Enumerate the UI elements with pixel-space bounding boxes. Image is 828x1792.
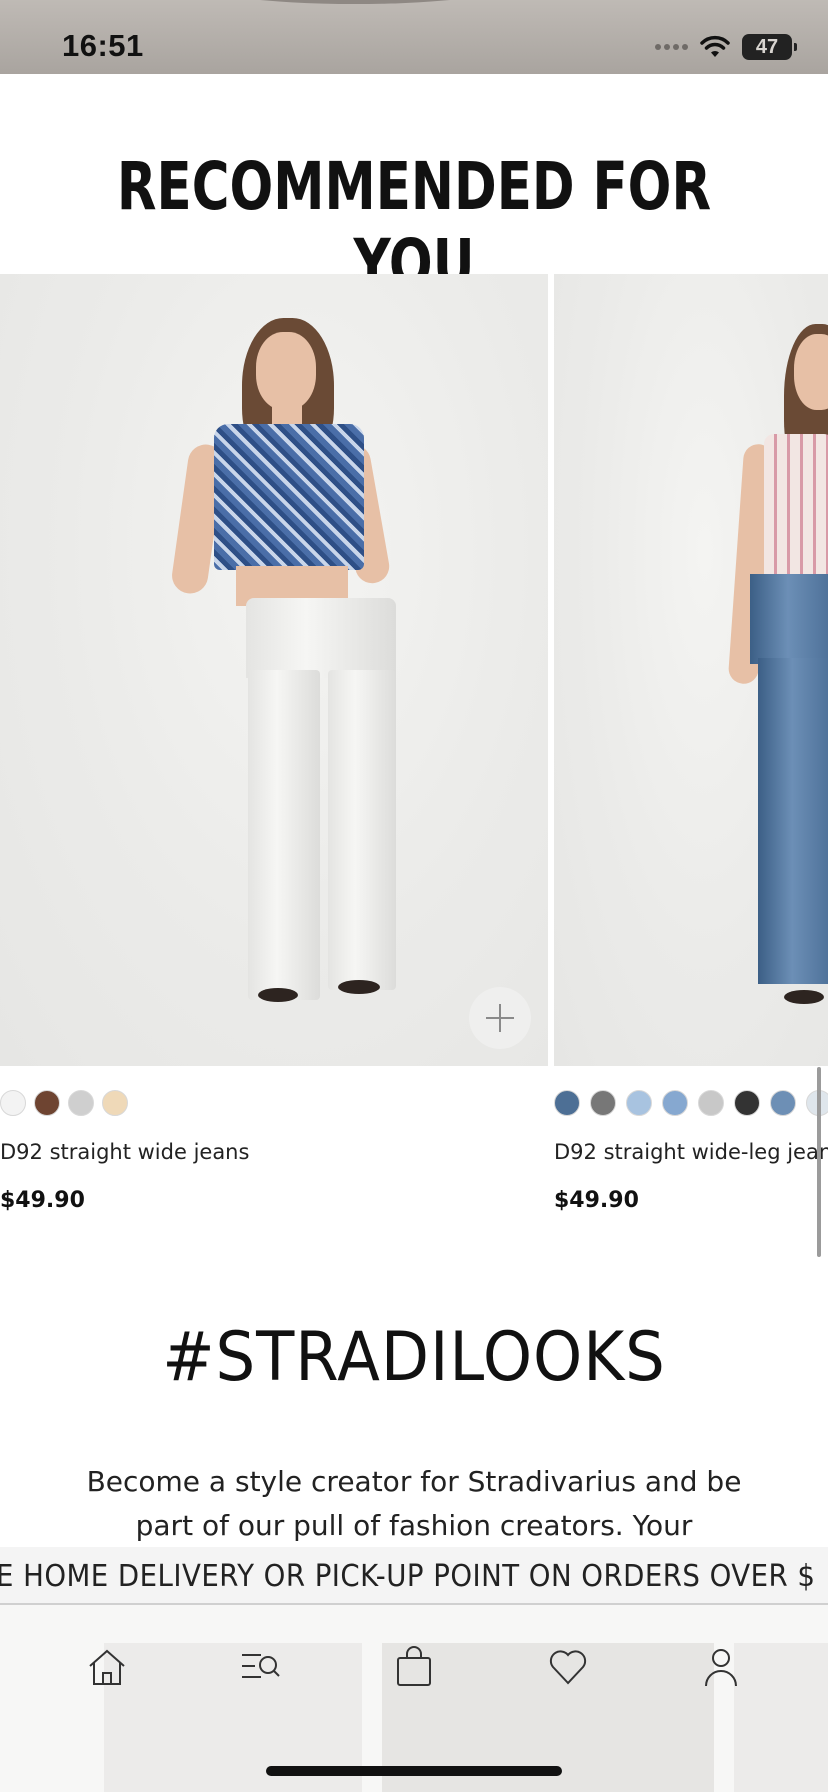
color-swatch[interactable] (0, 1090, 26, 1116)
tab-home[interactable] (72, 1637, 142, 1697)
status-icons: 47 (655, 34, 797, 60)
status-bar: 16:51 47 (0, 0, 828, 74)
plus-icon (486, 1004, 514, 1032)
color-swatches (0, 1090, 128, 1116)
color-swatches (554, 1090, 828, 1116)
looks-description: Become a style creator for Stradivarius … (86, 1465, 742, 1542)
tab-wishlist[interactable] (533, 1637, 603, 1697)
color-swatch[interactable] (626, 1090, 652, 1116)
color-swatch[interactable] (698, 1090, 724, 1116)
color-swatch[interactable] (102, 1090, 128, 1116)
color-swatch[interactable] (734, 1090, 760, 1116)
product-image[interactable] (554, 274, 828, 1066)
tab-bar (0, 1605, 828, 1792)
tab-search[interactable] (225, 1637, 295, 1697)
product-image[interactable] (0, 274, 548, 1066)
product-price: $49.90 (554, 1188, 639, 1213)
color-swatch[interactable] (590, 1090, 616, 1116)
battery-icon: 47 (742, 34, 797, 60)
product-name[interactable]: D92 straight wide jeans (0, 1140, 249, 1164)
user-icon (705, 1649, 738, 1687)
color-swatch[interactable] (68, 1090, 94, 1116)
color-swatch[interactable] (554, 1090, 580, 1116)
add-to-bag-button[interactable] (469, 987, 531, 1049)
promo-marquee[interactable]: E HOME DELIVERY OR PICK-UP POINT ON ORDE… (0, 1547, 828, 1605)
tab-items (0, 1637, 828, 1697)
color-swatch[interactable] (662, 1090, 688, 1116)
home-indicator[interactable] (266, 1766, 562, 1776)
cellular-signal-icon (655, 44, 688, 50)
home-icon (89, 1649, 125, 1685)
battery-level: 47 (755, 35, 779, 58)
promo-text: E HOME DELIVERY OR PICK-UP POINT ON ORDE… (0, 1559, 816, 1594)
product-card[interactable] (554, 274, 828, 1066)
looks-title: #STRADILOOKS (162, 1318, 666, 1397)
heart-icon (549, 1650, 586, 1685)
background-photo-fragment (190, 0, 520, 4)
product-price: $49.90 (0, 1188, 85, 1213)
product-name[interactable]: D92 straight wide-leg jeans (554, 1140, 828, 1164)
color-swatch[interactable] (770, 1090, 796, 1116)
product-card[interactable] (0, 274, 548, 1066)
status-time: 16:51 (62, 28, 144, 63)
color-swatch[interactable] (34, 1090, 60, 1116)
tab-account[interactable] (686, 1637, 756, 1697)
search-menu-icon (242, 1654, 281, 1678)
tab-bag[interactable] (379, 1637, 449, 1697)
scrollbar[interactable] (817, 1067, 821, 1257)
wifi-icon (700, 35, 730, 57)
bag-icon (396, 1646, 431, 1686)
